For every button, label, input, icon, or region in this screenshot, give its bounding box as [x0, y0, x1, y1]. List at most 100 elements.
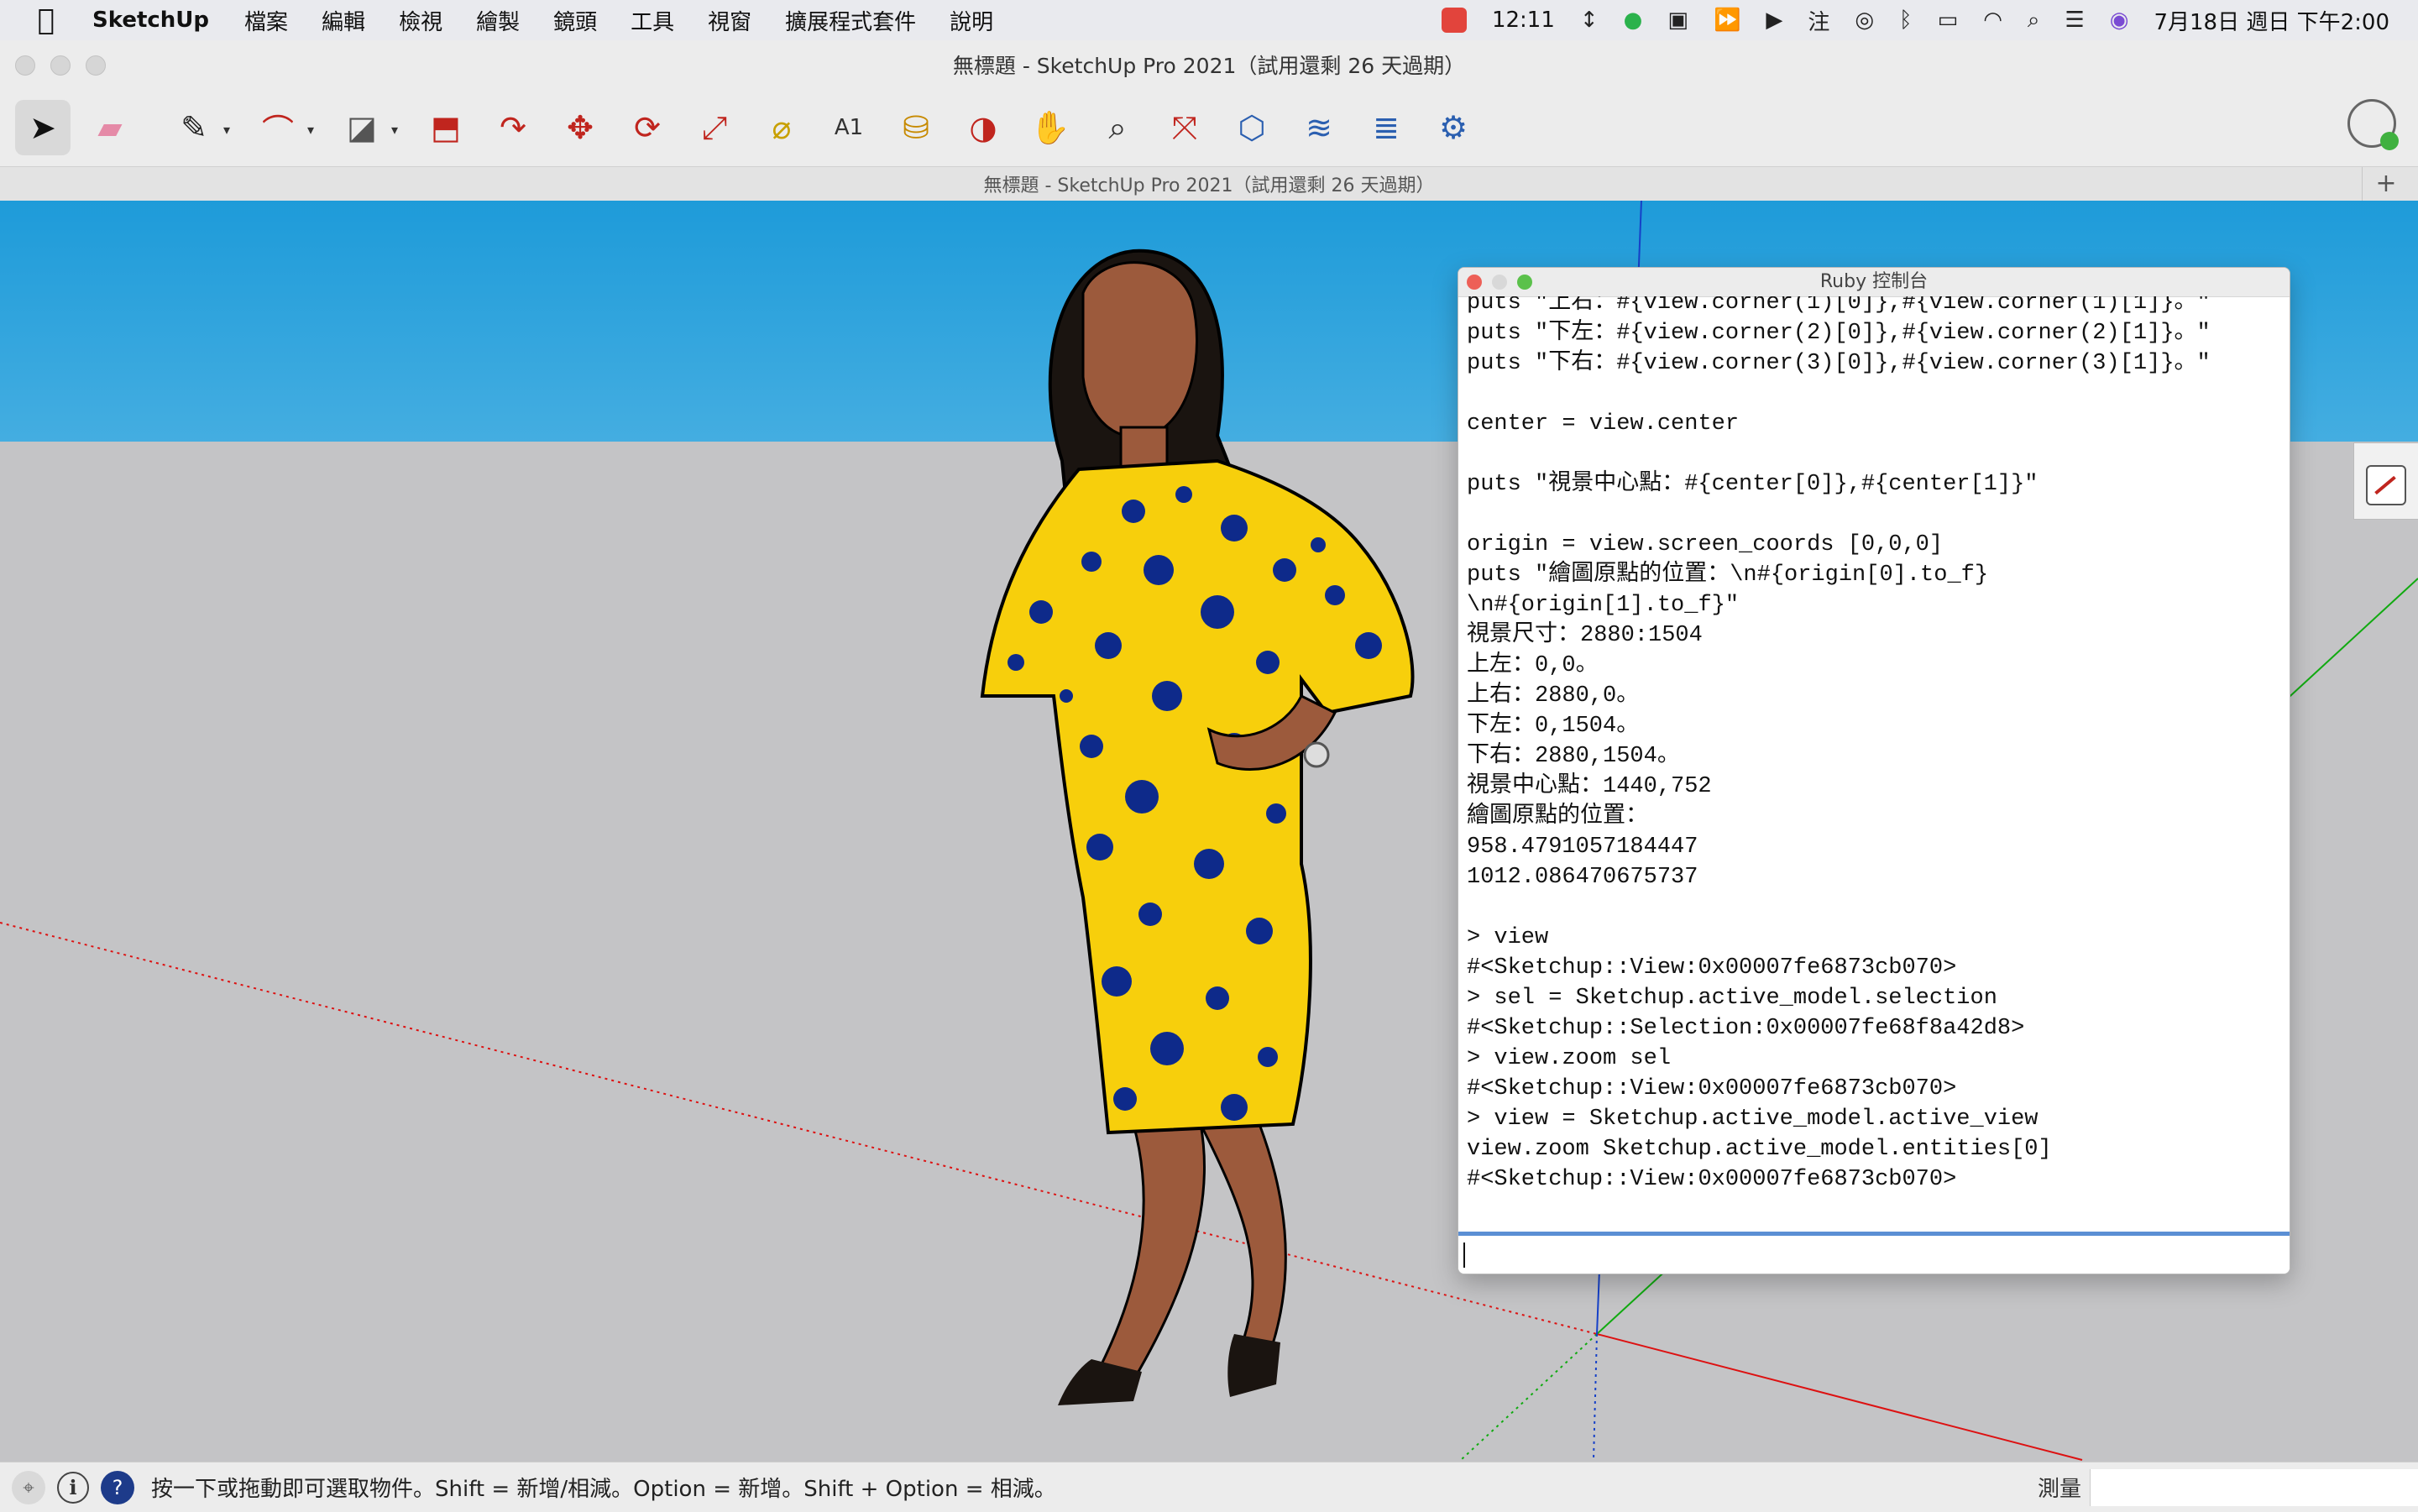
3d-warehouse-button[interactable]: ⬡	[1224, 100, 1280, 155]
chevron-down-icon[interactable]: ▾	[307, 122, 314, 138]
warehouse-icon: ⬡	[1238, 109, 1266, 146]
menu-draw[interactable]: 繪製	[476, 5, 520, 36]
console-line: > sel = Sketchup.active_model.selection	[1467, 986, 1997, 1011]
chevron-down-icon[interactable]: ▾	[223, 122, 230, 138]
ruby-console-titlebar: Ruby 控制台	[1458, 268, 2290, 297]
document-tab[interactable]: 無標題 - SketchUp Pro 2021（試用還剩 26 天過期）	[984, 170, 1435, 197]
geo-location-icon[interactable]: ⌖	[12, 1470, 45, 1504]
ruby-close-button[interactable]	[1467, 275, 1482, 290]
measurements-box[interactable]	[2090, 1468, 2418, 1506]
control-center-icon[interactable]: ☰	[2065, 8, 2084, 33]
red-axis-solid	[1596, 1333, 2083, 1461]
figure-dress	[980, 458, 1415, 1135]
menu-window[interactable]: 視窗	[708, 5, 751, 36]
note-icon[interactable]: 注	[1808, 5, 1829, 36]
console-line: > view	[1467, 925, 1549, 950]
measurements-label: 測量	[2037, 1477, 2081, 1502]
zoom-window-button[interactable]	[86, 55, 106, 76]
credits-info-icon[interactable]: ℹ	[57, 1471, 89, 1504]
layers-icon: ≣	[1373, 109, 1400, 146]
console-line: puts "視景中心點：#{center[0]},#{center[1]}"	[1467, 472, 2039, 497]
menu-edit[interactable]: 編輯	[322, 5, 365, 36]
scale-tool-button[interactable]: ⤢	[687, 100, 742, 155]
orbit-tool-button[interactable]: ◑	[955, 100, 1011, 155]
text-caret	[1463, 1243, 1465, 1268]
screenshot-icon[interactable]: ▣	[1667, 8, 1688, 33]
move-icon: ✥	[567, 109, 594, 146]
window-controls	[15, 55, 106, 76]
wifi-icon[interactable]: ◠	[1983, 8, 2002, 33]
console-line: #<Sketchup::View:0x00007fe6873cb070>	[1467, 1076, 1957, 1101]
magnifier-icon: ⌕	[1108, 108, 1127, 146]
close-window-button[interactable]	[15, 55, 35, 76]
scale-icon: ⤢	[701, 108, 728, 146]
console-line: \n#{origin[1].to_f}"	[1467, 593, 1740, 618]
window-title: 無標題 - SketchUp Pro 2021（試用還剩 26 天過期）	[952, 54, 1466, 78]
push-pull-icon: ⬒	[431, 109, 461, 146]
menu-extensions[interactable]: 擴展程式套件	[785, 5, 916, 36]
timer-clock[interactable]: 12:11	[1492, 8, 1555, 33]
timer-app-icon[interactable]	[1441, 8, 1467, 33]
extension-manager-button[interactable]: ⚙	[1426, 100, 1481, 155]
instructor-help-icon[interactable]: ?	[101, 1470, 134, 1504]
rotate-tool-button[interactable]: ⟳	[620, 100, 675, 155]
tape-measure-tool-button[interactable]: ⌀	[754, 100, 809, 155]
arc-tool-button[interactable]: ⌒ ▾	[250, 100, 314, 155]
menu-help[interactable]: 說明	[950, 5, 993, 36]
menu-view[interactable]: 檢視	[399, 5, 442, 36]
tape-measure-icon: ⌀	[772, 109, 792, 146]
offset-tool-button[interactable]: ↷	[485, 100, 541, 155]
ruby-zoom-button[interactable]	[1517, 275, 1532, 290]
eraser-tool-button[interactable]: ▰	[82, 100, 138, 155]
ruby-console-input[interactable]	[1458, 1232, 2290, 1274]
arrow-cursor-icon: ➤	[29, 109, 56, 146]
console-line: #<Sketchup::Selection:0x00007fe68f8a42d8…	[1467, 1016, 2025, 1041]
fast-forward-icon[interactable]: ⏩	[1714, 8, 1740, 33]
move-tool-button[interactable]: ✥	[552, 100, 608, 155]
ruby-minimize-button[interactable]	[1492, 275, 1507, 290]
text-tool-button[interactable]: A1	[821, 100, 877, 155]
zoom-extents-tool-button[interactable]: ⤧	[1157, 100, 1212, 155]
app-menu[interactable]: SketchUp	[92, 8, 209, 33]
battery-icon[interactable]: ▭	[1938, 8, 1959, 33]
account-avatar-icon[interactable]	[2347, 99, 2399, 150]
paint-bucket-icon: ⛁	[903, 109, 929, 146]
ruby-console-output[interactable]: puts "上右：#{view.corner(1)[0]},#{view.cor…	[1458, 296, 2290, 1203]
pencil-tool-button[interactable]: ✎ ▾	[166, 100, 230, 155]
extension-warehouse-button[interactable]: ≋	[1291, 100, 1347, 155]
blue-axis-dotted	[1593, 1333, 1598, 1461]
default-tray-tab[interactable]	[2353, 442, 2418, 520]
select-tool-button[interactable]: ➤	[15, 100, 71, 155]
apple-menu-icon[interactable]: 	[0, 3, 92, 37]
play-icon[interactable]: ▶	[1766, 8, 1782, 33]
updown-arrow-icon[interactable]: ↕	[1580, 8, 1599, 33]
layout-button[interactable]: ≣	[1358, 100, 1414, 155]
spotlight-search-icon[interactable]: ⌕	[2028, 8, 2040, 34]
menu-camera[interactable]: 鏡頭	[553, 5, 597, 36]
new-tab-button[interactable]: +	[2362, 167, 2410, 201]
airdrop-icon[interactable]: ◎	[1855, 8, 1874, 33]
wechat-icon[interactable]: ●	[1624, 8, 1643, 33]
paint-bucket-tool-button[interactable]: ⛁	[888, 100, 944, 155]
push-pull-tool-button[interactable]: ⬒	[418, 100, 474, 155]
eraser-icon: ▰	[97, 109, 123, 146]
window-titlebar: 無標題 - SketchUp Pro 2021（試用還剩 26 天過期）	[0, 40, 2418, 89]
rectangle-tool-button[interactable]: ◪ ▾	[334, 100, 398, 155]
scale-figure-woman[interactable]	[966, 226, 1452, 1418]
menu-tools[interactable]: 工具	[631, 5, 674, 36]
main-toolbar: ➤ ▰ ✎ ▾ ⌒ ▾ ◪ ▾ ⬒ ↷ ✥ ⟳ ⤢ ⌀ A1 ⛁ ◑ ✋ ⌕ ⤧ ⬡ …	[0, 89, 2418, 166]
menubar-datetime[interactable]: 7月18日 週日 下午2:00	[2154, 5, 2389, 36]
console-line: puts "上右：#{view.corner(1)[0]},#{view.cor…	[1467, 296, 2211, 316]
console-line: 1012.086470675737	[1467, 865, 1698, 890]
chevron-down-icon[interactable]: ▾	[391, 122, 398, 138]
menu-file[interactable]: 檔案	[244, 5, 288, 36]
pan-tool-button[interactable]: ✋	[1023, 100, 1078, 155]
console-line: 視景尺寸：2880:1504	[1467, 623, 1703, 648]
console-line: 視景中心點：1440,752	[1467, 774, 1712, 799]
minimize-window-button[interactable]	[50, 55, 71, 76]
siri-icon[interactable]: ◉	[2110, 8, 2129, 33]
bluetooth-icon[interactable]: ᛒ	[1899, 8, 1913, 33]
zoom-tool-button[interactable]: ⌕	[1090, 100, 1145, 155]
rectangle-icon: ◪	[347, 109, 377, 146]
